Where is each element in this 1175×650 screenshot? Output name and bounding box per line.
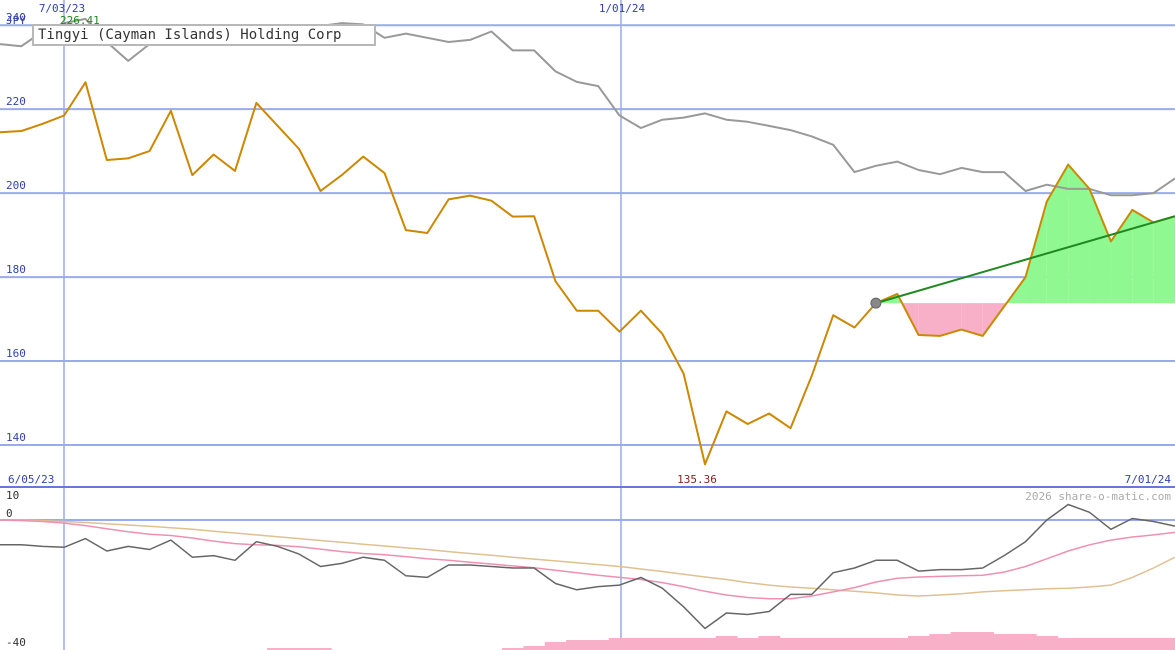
- volume-bar: [672, 638, 695, 650]
- volume-bar: [758, 636, 781, 650]
- volume-bar: [608, 638, 631, 650]
- volume-bar: [1036, 636, 1058, 650]
- indicator-volume-bars: [267, 632, 1175, 650]
- momentum-line: [0, 503, 1175, 630]
- volume-bar: [865, 638, 888, 650]
- volume-bar: [843, 638, 866, 650]
- volume-bar: [1121, 638, 1144, 650]
- volume-bar: [1057, 638, 1080, 650]
- y-tick-140: 140: [6, 431, 26, 444]
- volume-bar: [544, 642, 567, 650]
- volume-bar: [1142, 638, 1165, 650]
- indicator-lines: [0, 503, 1175, 630]
- fill-segment: [1153, 216, 1175, 304]
- volume-bar: [694, 638, 717, 650]
- y-tick-220: 220: [6, 95, 26, 108]
- x-label-bottom-0: 6/05/23: [8, 473, 54, 486]
- y-tick-200: 200: [6, 179, 26, 192]
- lower-y-tick-bottom: -40: [6, 636, 26, 649]
- volume-bar: [1164, 638, 1175, 650]
- volume-bar: [801, 638, 823, 650]
- y-tick-240: 240: [6, 11, 26, 24]
- indicator-axis-labels: 10 0 -40 2026 share-o-matic.com: [6, 489, 1171, 649]
- x-label-top-1: 1/01/24: [599, 2, 646, 15]
- volume-bar: [886, 638, 909, 650]
- volume-bar: [929, 634, 952, 650]
- fill-segment: [1025, 201, 1047, 304]
- volume-bar: [587, 640, 610, 650]
- volume-bar: [907, 636, 930, 650]
- low-value-label: 135.36: [677, 473, 717, 486]
- volume-bar: [950, 632, 973, 650]
- volume-bar: [779, 638, 802, 650]
- trend-start-marker: [870, 297, 882, 309]
- volume-bar: [523, 646, 546, 650]
- fill-segment: [918, 303, 940, 336]
- volume-bar: [993, 634, 1016, 650]
- price-grid: [0, 0, 1175, 650]
- x-label-bottom-1: 7/01/24: [1125, 473, 1172, 486]
- volume-bar: [737, 638, 759, 650]
- lower-y-tick-top: 10: [6, 489, 19, 502]
- price-line: [0, 81, 1175, 466]
- volume-bar: [715, 636, 738, 650]
- chart-canvas: JPY1401601802002202407/03/23 1/01/24226.4…: [0, 0, 1175, 650]
- chart-title: Tingyi (Cayman Islands) Holding Corp: [32, 24, 376, 46]
- lower-y-tick-zero: 0: [6, 507, 13, 520]
- price-axis-labels: JPY1401601802002202407/03/23 1/01/24226.4…: [6, 2, 1171, 486]
- y-tick-180: 180: [6, 263, 26, 276]
- volume-bar: [822, 638, 845, 650]
- watermark: 2026 share-o-matic.com: [1025, 490, 1171, 503]
- volume-bar: [1078, 638, 1101, 650]
- fill-segment: [1089, 188, 1111, 304]
- price-lines: [0, 17, 1175, 466]
- y-tick-160: 160: [6, 347, 26, 360]
- volume-bar: [630, 638, 653, 650]
- volume-bar: [566, 640, 588, 650]
- volume-bar: [1100, 638, 1123, 650]
- volume-bar: [651, 638, 674, 650]
- volume-bar: [972, 632, 994, 650]
- volume-bar: [1014, 634, 1037, 650]
